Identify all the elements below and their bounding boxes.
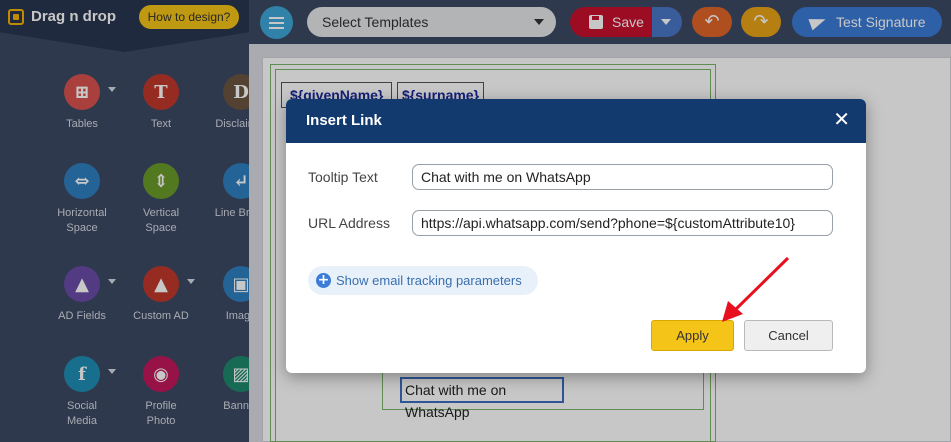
tooltip-text-label: Tooltip Text — [308, 169, 378, 185]
show-tracking-parameters-button[interactable]: + Show email tracking parameters — [308, 266, 538, 295]
tooltip-text-input[interactable]: Chat with me on WhatsApp — [412, 164, 833, 190]
insert-link-dialog: Insert Link ✕ Tooltip Text Chat with me … — [286, 99, 866, 373]
plus-circle-icon: + — [316, 272, 331, 288]
apply-button[interactable]: Apply — [651, 320, 734, 351]
cancel-button[interactable]: Cancel — [744, 320, 833, 351]
dialog-header: Insert Link ✕ — [286, 99, 866, 143]
url-address-input[interactable]: https://api.whatsapp.com/send?phone=${cu… — [412, 210, 833, 236]
url-address-label: URL Address — [308, 215, 390, 231]
close-icon[interactable]: ✕ — [833, 99, 850, 139]
dialog-title: Insert Link — [306, 112, 382, 129]
show-tracking-parameters-label: Show email tracking parameters — [336, 273, 522, 288]
